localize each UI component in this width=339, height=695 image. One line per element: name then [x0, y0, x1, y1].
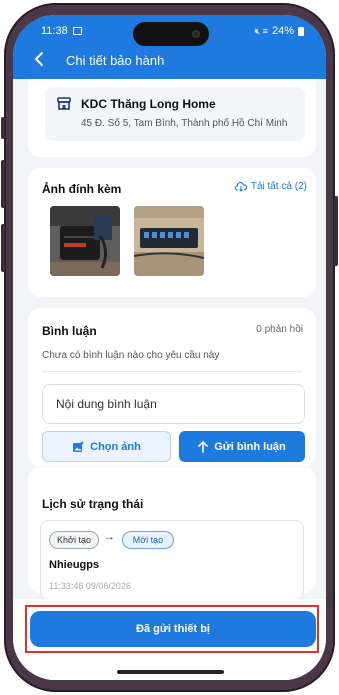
history-entry: Khởi tạo → Mới tạo Nhieugps 11:33:46 09/… — [40, 520, 304, 600]
add-photo-icon — [73, 441, 84, 452]
download-all-label: Tải tất cả (2) — [250, 181, 307, 192]
chevron-left-icon — [35, 52, 43, 66]
device-sent-button[interactable]: Đã gửi thiết bị — [30, 611, 316, 647]
history-user: Nhieugps — [49, 559, 100, 571]
cloud-download-icon — [234, 181, 247, 192]
camera-icon — [192, 30, 200, 38]
camera-notch — [133, 22, 209, 46]
attachments-title: Ảnh đính kèm — [42, 182, 122, 196]
reply-count: 0 phản hồi — [256, 324, 303, 335]
status-history-title: Lịch sử trạng thái — [42, 497, 144, 511]
choose-image-button[interactable]: Chọn ảnh — [42, 431, 171, 462]
to-status-badge: Mới tạo — [122, 531, 174, 549]
phone-volume-down-button — [1, 224, 5, 272]
history-timestamp: 11:33:46 09/06/2026 — [49, 581, 131, 591]
from-status-badge: Khởi tạo — [49, 531, 99, 549]
store-icon — [57, 97, 71, 110]
comment-input[interactable]: Nội dung bình luận — [42, 384, 305, 424]
divider — [42, 371, 302, 372]
attachment-thumbnail[interactable] — [134, 206, 204, 276]
signal-icon: 🔇︎ ≡ — [254, 25, 268, 36]
phone-volume-up-button — [1, 160, 5, 208]
phone-power-button — [334, 196, 338, 266]
image-notification-icon — [72, 27, 82, 35]
arrow-right-icon: → — [104, 531, 115, 543]
comments-card: Bình luận 0 phản hồi Chưa có bình luận n… — [28, 308, 316, 466]
store-card: KDC Thăng Long Home 45 Đ. Số 5, Tam Bình… — [28, 79, 316, 157]
attachments-card: Ảnh đính kèm Tải tất cả (2) — [28, 168, 316, 297]
battery-text: 24% — [271, 25, 294, 37]
app-header: 11:38 🔇︎ ≡ 24% Chi tiết bảo hành — [13, 15, 326, 79]
attachment-thumbnail[interactable] — [50, 206, 120, 276]
send-comment-label: Gửi bình luận — [214, 440, 286, 453]
status-history-card: Lịch sử trạng thái Khởi tạo → Mới tạo Nh… — [28, 467, 316, 600]
download-all-button[interactable]: Tải tất cả (2) — [234, 181, 307, 192]
status-time: 11:38 — [41, 25, 68, 37]
page-title: Chi tiết bảo hành — [66, 53, 165, 68]
choose-image-label: Chọn ảnh — [90, 440, 141, 453]
back-button[interactable] — [33, 51, 51, 71]
bottom-action-bar: Đã gửi thiết bị — [13, 599, 326, 680]
arrow-up-icon — [198, 440, 209, 453]
app-screen: 11:38 🔇︎ ≡ 24% Chi tiết bảo hành KDC Thă… — [13, 15, 326, 680]
store-info: KDC Thăng Long Home 45 Đ. Số 5, Tam Bình… — [45, 87, 305, 141]
store-name: KDC Thăng Long Home — [81, 97, 216, 111]
phone-side-button — [1, 117, 5, 139]
send-comment-button[interactable]: Gửi bình luận — [179, 431, 305, 462]
comments-title: Bình luận — [42, 324, 97, 338]
home-indicator — [117, 670, 224, 674]
store-address: 45 Đ. Số 5, Tam Bình, Thành phố Hồ Chí M… — [81, 118, 288, 129]
device-photo-image — [50, 206, 120, 276]
battery-icon — [298, 26, 304, 36]
device-photo-image — [134, 206, 204, 276]
empty-comments-text: Chưa có bình luận nào cho yêu cầu này — [42, 350, 220, 361]
